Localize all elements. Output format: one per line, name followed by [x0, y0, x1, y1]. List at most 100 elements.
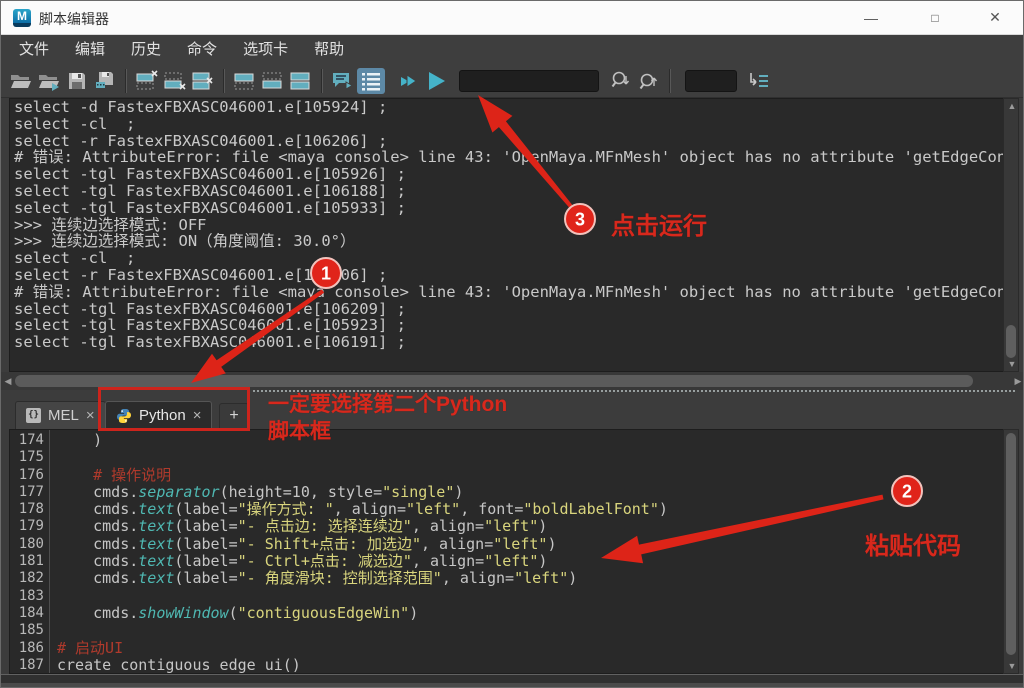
- source-script-icon[interactable]: [35, 68, 63, 94]
- history-vscrollbar[interactable]: ▲ ▼: [1003, 98, 1019, 372]
- execute-all-icon[interactable]: [423, 68, 451, 94]
- tab-mel-close-icon[interactable]: ×: [86, 408, 95, 423]
- menu-bar: 文件编辑历史命令选项卡帮助: [1, 35, 1023, 65]
- history-line: select -cl ;: [10, 116, 1018, 133]
- tabbar-dotted-line: [253, 390, 1015, 392]
- script-input-pane[interactable]: 1741751761771781791801811821831841851861…: [9, 429, 1019, 674]
- line-number: 183: [10, 588, 49, 605]
- code-line: cmds.text(label="- 点击边: 选择连续边", align="l…: [57, 518, 1018, 535]
- code-line: create_contiguous_edge_ui(): [57, 657, 1018, 673]
- history-line: >>> 连续边选择模式: OFF: [10, 217, 1018, 234]
- line-number: 180: [10, 536, 49, 553]
- execute-selected-icon[interactable]: [395, 68, 423, 94]
- menu-item-4[interactable]: 选项卡: [230, 35, 301, 65]
- goto-line-input[interactable]: [685, 70, 737, 92]
- python-icon: [116, 408, 132, 424]
- history-pane[interactable]: select -d FastexFBXASC046001.e[105924] ;…: [9, 98, 1019, 372]
- history-vscroll-thumb[interactable]: [1006, 325, 1016, 358]
- history-line: select -tgl FastexFBXASC046001.e[106209]…: [10, 301, 1018, 318]
- save-to-shelf-icon[interactable]: [91, 68, 119, 94]
- open-script-icon[interactable]: [7, 68, 35, 94]
- history-line: select -cl ;: [10, 250, 1018, 267]
- toolbar-separator: [669, 69, 671, 93]
- history-hscrollbar[interactable]: ◀ ▶: [1, 372, 1024, 390]
- code-line: cmds.text(label="- Shift+点击: 加选边", align…: [57, 536, 1018, 553]
- code-line: [57, 449, 1018, 466]
- tab-python-close-icon[interactable]: ×: [193, 408, 202, 423]
- clear-input-icon[interactable]: [161, 68, 189, 94]
- menu-item-5[interactable]: 帮助: [301, 35, 357, 65]
- line-number: 185: [10, 622, 49, 639]
- toolbar-separator: [125, 69, 127, 93]
- code-line: cmds.showWindow("contiguousEdgeWin"): [57, 605, 1018, 622]
- show-input-only-icon[interactable]: [259, 68, 287, 94]
- goto-line-icon[interactable]: [745, 68, 773, 94]
- toolbar-separator: [223, 69, 225, 93]
- script-editor-window: M 脚本编辑器 — □ ✕ 文件编辑历史命令选项卡帮助: [0, 0, 1024, 688]
- window-title: 脚本编辑器: [39, 9, 109, 29]
- editor-vscroll-thumb[interactable]: [1006, 433, 1016, 655]
- history-line: select -d FastexFBXASC046001.e[105924] ;: [10, 99, 1018, 116]
- window-bottom-frame: [1, 674, 1024, 688]
- clear-history-icon[interactable]: [133, 68, 161, 94]
- toolbar: [1, 65, 1023, 98]
- code-line: cmds.text(label="- 角度滑块: 控制选择范围", align=…: [57, 570, 1018, 587]
- tab-mel-label: MEL: [48, 407, 79, 424]
- search-up-icon[interactable]: [635, 68, 663, 94]
- line-number: 174: [10, 432, 49, 449]
- search-input[interactable]: [459, 70, 599, 92]
- show-both-panes-icon[interactable]: [287, 68, 315, 94]
- history-line: select -tgl FastexFBXASC046001.e[105926]…: [10, 166, 1018, 183]
- line-number: 179: [10, 518, 49, 535]
- history-hscroll-thumb[interactable]: [15, 375, 973, 387]
- line-number: 186: [10, 640, 49, 657]
- tab-mel[interactable]: {} MEL ×: [15, 401, 106, 429]
- echo-commands-icon[interactable]: [329, 68, 357, 94]
- line-number: 175: [10, 449, 49, 466]
- history-line: # 错误: AttributeError: file <maya console…: [10, 149, 1018, 166]
- line-number: 184: [10, 605, 49, 622]
- code-line: [57, 622, 1018, 639]
- search-down-icon[interactable]: [607, 68, 635, 94]
- code-line: cmds.text(label="- Ctrl+点击: 减选边", align=…: [57, 553, 1018, 570]
- menu-item-3[interactable]: 命令: [174, 35, 230, 65]
- code-area[interactable]: ) # 操作说明 cmds.separator(height=10, style…: [50, 430, 1018, 673]
- history-line: select -tgl FastexFBXASC046001.e[105923]…: [10, 317, 1018, 334]
- line-number: 187: [10, 657, 49, 674]
- scroll-down-icon[interactable]: ▼: [1004, 358, 1020, 370]
- show-history-only-icon[interactable]: [231, 68, 259, 94]
- history-line: select -r FastexFBXASC046001.e[106206] ;: [10, 267, 1018, 284]
- minimize-button[interactable]: —: [849, 1, 893, 34]
- toolbar-separator: [321, 69, 323, 93]
- line-numbers-icon[interactable]: [357, 68, 385, 94]
- scroll-right-icon[interactable]: ▶: [1012, 375, 1024, 387]
- code-line: # 操作说明: [57, 467, 1018, 484]
- code-line: # 启动UI: [57, 640, 1018, 657]
- maximize-button[interactable]: □: [913, 1, 957, 34]
- history-line: select -r FastexFBXASC046001.e[106206] ;: [10, 133, 1018, 150]
- code-line: ): [57, 432, 1018, 449]
- scroll-down-icon[interactable]: ▼: [1004, 660, 1020, 672]
- clear-all-icon[interactable]: [189, 68, 217, 94]
- code-line: cmds.separator(height=10, style="single"…: [57, 484, 1018, 501]
- history-line: >>> 连续边选择模式: ON（角度阈值: 30.0°）: [10, 233, 1018, 250]
- menu-item-0[interactable]: 文件: [6, 35, 62, 65]
- scroll-up-icon[interactable]: ▲: [1004, 100, 1020, 112]
- tab-python[interactable]: Python ×: [105, 401, 212, 429]
- title-bar: M 脚本编辑器 — □ ✕: [1, 1, 1023, 35]
- close-button[interactable]: ✕: [973, 1, 1017, 34]
- tab-python-label: Python: [139, 407, 186, 424]
- editor-vscrollbar[interactable]: ▼: [1003, 429, 1019, 674]
- line-number: 182: [10, 570, 49, 587]
- scroll-left-icon[interactable]: ◀: [2, 375, 14, 387]
- add-tab-button[interactable]: +: [219, 403, 249, 429]
- history-line: # 错误: AttributeError: file <maya console…: [10, 284, 1018, 301]
- history-line: select -tgl FastexFBXASC046001.e[105933]…: [10, 200, 1018, 217]
- maya-app-icon: M: [13, 9, 31, 27]
- code-line: [57, 588, 1018, 605]
- menu-item-1[interactable]: 编辑: [62, 35, 118, 65]
- history-line: select -tgl FastexFBXASC046001.e[106191]…: [10, 334, 1018, 351]
- save-script-icon[interactable]: [63, 68, 91, 94]
- line-number-gutter: 1741751761771781791801811821831841851861…: [10, 430, 50, 673]
- menu-item-2[interactable]: 历史: [118, 35, 174, 65]
